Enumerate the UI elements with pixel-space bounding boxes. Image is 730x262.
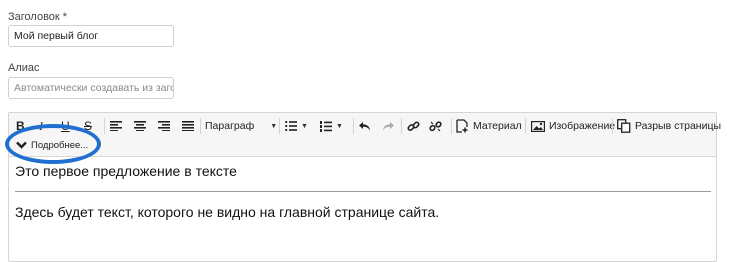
numbered-list-button[interactable]: ▼ <box>320 117 343 135</box>
align-center-button[interactable] <box>134 117 146 135</box>
undo-button[interactable] <box>359 117 371 135</box>
bold-icon: B <box>16 119 25 133</box>
bold-button[interactable]: B <box>16 117 25 135</box>
paragraph-format-label: Параграф <box>205 120 255 132</box>
toolbar-separator <box>401 118 402 134</box>
toolbar-separator <box>451 118 452 134</box>
bullet-list-button[interactable]: ▼ <box>285 117 308 135</box>
editor-toolbar: B I U S Параграф ▼ ▼ ▼ Материал Изображе… <box>9 113 721 157</box>
toolbar-separator <box>525 118 526 134</box>
toolbar-separator <box>612 118 613 134</box>
page-break-button[interactable]: Разрыв страницы <box>617 117 721 135</box>
align-right-icon <box>158 121 170 131</box>
paragraph-format-select[interactable]: Параграф ▼ <box>205 117 277 135</box>
read-more-divider <box>15 191 711 192</box>
align-left-button[interactable] <box>110 117 122 135</box>
link-icon <box>407 120 420 131</box>
toolbar-separator <box>200 118 201 134</box>
content-paragraph: Здесь будет текст, которого не видно на … <box>15 204 440 220</box>
chevron-down-icon: ▼ <box>270 122 278 130</box>
rich-text-editor: B I U S Параграф ▼ ▼ ▼ Материал Изображе… <box>8 112 721 262</box>
content-intro: Это первое предложение в тексте <box>15 163 237 179</box>
italic-icon: I <box>39 118 43 133</box>
strikethrough-icon: S <box>84 119 93 133</box>
page-break-label: Разрыв страницы <box>635 120 722 132</box>
unlink-icon <box>429 120 442 131</box>
read-more-button[interactable]: Подробнее... <box>16 136 88 154</box>
align-left-icon <box>110 121 122 131</box>
underline-icon: U <box>61 119 70 133</box>
toolbar-separator <box>104 118 105 134</box>
insert-material-button[interactable]: Материал <box>456 117 522 135</box>
toolbar-separator <box>353 118 354 134</box>
read-more-label: Подробнее... <box>31 139 89 151</box>
align-justify-button[interactable] <box>182 117 194 135</box>
align-right-button[interactable] <box>158 117 170 135</box>
strikethrough-button[interactable]: S <box>84 117 92 135</box>
toolbar-separator <box>279 118 280 134</box>
title-input[interactable]: Мой первый блог <box>8 25 174 47</box>
numbered-list-icon <box>320 120 332 132</box>
title-label: Заголовок * <box>8 11 68 23</box>
italic-button[interactable]: I <box>39 117 43 135</box>
copy-icon <box>617 119 631 133</box>
remove-link-button[interactable] <box>429 117 442 135</box>
image-icon <box>531 120 545 132</box>
chevron-down-icon: ▼ <box>336 122 343 130</box>
underline-button[interactable]: U <box>61 117 70 135</box>
align-justify-icon <box>182 121 194 131</box>
bullet-list-icon <box>285 121 297 131</box>
insert-image-label: Изображение <box>549 120 616 132</box>
alias-label: Алиас <box>8 62 40 74</box>
insert-material-label: Материал <box>473 120 522 132</box>
add-document-icon <box>456 119 468 133</box>
chevron-down-icon: ▼ <box>301 122 308 130</box>
redo-button[interactable] <box>382 117 394 135</box>
insert-link-button[interactable] <box>407 117 420 135</box>
undo-icon <box>359 122 370 131</box>
align-center-icon <box>134 121 146 131</box>
alias-input[interactable]: Автоматически создавать из заголовка <box>8 77 174 99</box>
insert-image-button[interactable]: Изображение <box>531 117 615 135</box>
chevron-down-icon <box>16 141 27 149</box>
redo-icon <box>383 122 394 131</box>
